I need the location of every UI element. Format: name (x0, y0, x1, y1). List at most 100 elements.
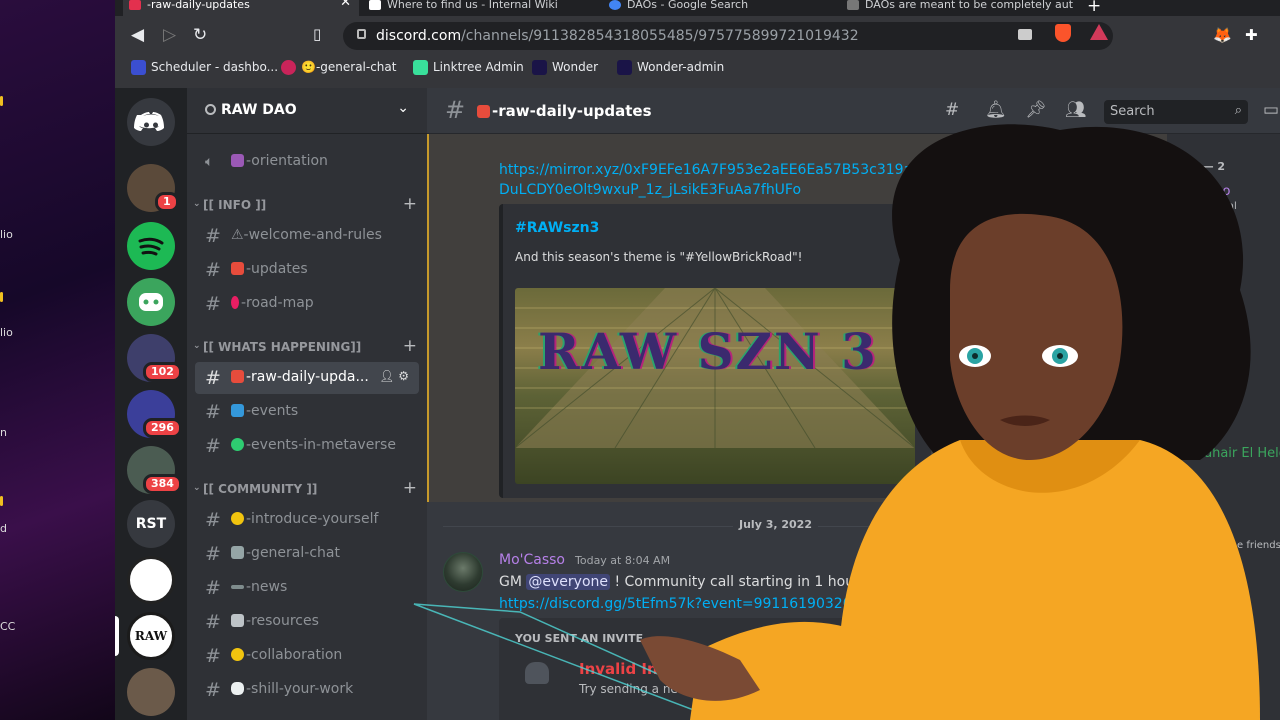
invite-embed: YOU SENT AN INVITE Invalid Invite Try se… (499, 618, 931, 720)
bookmark-wonder[interactable]: Wonder (532, 60, 598, 75)
member-section-header: — 1 (1207, 418, 1230, 431)
category-info[interactable]: ⌄ [[ INFO ]] + (191, 194, 419, 216)
invite-title: Invalid Invite (579, 660, 690, 678)
channel-resources[interactable]: # -resources (195, 606, 419, 638)
message-text: GM @everyone ! Community call starting i… (499, 574, 860, 590)
eyes-emoji-icon (231, 682, 244, 695)
channel-general-chat[interactable]: # -general-chat (195, 538, 419, 570)
siren-emoji-icon (477, 105, 490, 118)
google-tab-icon (609, 0, 621, 10)
invite-icon[interactable]: 👤︎ (379, 369, 394, 383)
bell-icon[interactable]: 🔔︎ (985, 100, 1007, 120)
everyone-mention[interactable]: @everyone (526, 574, 610, 590)
embed-image[interactable] (515, 288, 915, 484)
invite-header: YOU SENT AN INVITE (515, 632, 644, 645)
server-list: 1 102 296 384 RST RAW (115, 88, 187, 720)
tools-emoji-icon (231, 614, 244, 627)
channel-introduce-yourself[interactable]: # -introduce-yourself (195, 504, 419, 536)
caret-icon: ⌄ (193, 483, 201, 493)
server-rst[interactable]: RST (127, 500, 175, 548)
guild-header[interactable]: RAW DAO ⌄ (187, 88, 427, 134)
create-channel-icon[interactable]: + (403, 478, 417, 498)
tab-raw-daily-updates[interactable]: -raw-daily-updates ✕ (123, 0, 359, 16)
server-raw-dao[interactable]: RAW (127, 612, 175, 660)
message-author[interactable]: Mo'Casso (499, 552, 565, 568)
create-channel-icon[interactable]: + (403, 194, 417, 214)
metamask-icon[interactable]: 🦊 (1213, 26, 1232, 44)
embed-title[interactable]: #RAWszn3 (515, 220, 599, 236)
tab-title: DAOs are meant to be completely aut (865, 0, 1073, 11)
forward-icon[interactable]: ▷ (163, 25, 176, 45)
channel-name: -events (246, 403, 299, 419)
inbox-icon[interactable]: ▭ (1263, 100, 1279, 120)
reload-icon[interactable]: ↻ (193, 25, 207, 45)
channel-events[interactable]: # -events (195, 396, 419, 428)
tab-google-search[interactable]: DAOs - Google Search (603, 0, 835, 16)
channel-raw-daily-updates[interactable]: # -raw-daily-upda... 👤︎ ⚙ (195, 362, 419, 394)
create-channel-icon[interactable]: + (403, 336, 417, 356)
discord-home-button[interactable] (127, 98, 175, 146)
invalid-invite-icon (525, 662, 549, 684)
bookmark-icon[interactable]: ▯ (313, 25, 321, 43)
bookmark-wonder-admin[interactable]: Wonder-admin (617, 60, 724, 75)
new-tab-icon[interactable]: + (1087, 0, 1101, 16)
channel-name: -introduce-yourself (246, 511, 379, 527)
bookmark-linktree-admin[interactable]: Linktree Admin (413, 60, 524, 75)
channel-news[interactable]: # -news (195, 572, 419, 604)
channel-welcome-and-rules[interactable]: # ⚠-welcome-and-rules (195, 220, 419, 252)
channel-road-map[interactable]: # -road-map (195, 288, 419, 320)
discord-bot-icon (139, 293, 163, 311)
hash-icon: # (205, 367, 221, 389)
tab-daos-article[interactable]: DAOs are meant to be completely aut (841, 0, 1073, 16)
pin-icon[interactable]: 📌︎ (1025, 100, 1047, 120)
search-input[interactable]: Search ⌕ (1104, 100, 1248, 124)
mirror-link[interactable]: https://mirror.xyz/0xF9EFe16A7F953e2aEE6… (499, 162, 1011, 178)
hash-icon: # (205, 509, 221, 531)
camera-icon[interactable] (1018, 29, 1032, 40)
hash-icon: # (205, 645, 221, 667)
member-name[interactable]: rtnite (1207, 374, 1237, 387)
gear-icon[interactable]: ⚙ (398, 369, 409, 383)
tab-internal-wiki[interactable]: Where to find us - Internal Wiki (363, 0, 595, 16)
channel-name: -general-chat (246, 545, 340, 561)
globe-emoji-icon (231, 438, 244, 451)
member-name[interactable]: asso (1201, 184, 1230, 199)
chevron-down-icon: ⌄ (397, 100, 409, 116)
desktop-label: n (0, 426, 7, 439)
channel-events-in-metaverse[interactable]: # -events-in-metaverse (195, 430, 419, 462)
member-list-icon[interactable]: 👥︎ (1065, 100, 1087, 120)
channel-updates[interactable]: # -updates (195, 254, 419, 286)
server-discord-green[interactable] (127, 278, 175, 326)
tab-title: DAOs - Google Search (627, 0, 749, 11)
extensions-icon[interactable]: ✚ (1245, 26, 1258, 44)
channel-header: # -raw-daily-updates # 🔔︎ 📌︎ 👥︎ Search ⌕… (427, 88, 1280, 134)
bookmark-general-chat[interactable]: 🙂-general-chat (281, 60, 396, 75)
back-icon[interactable]: ◀ (131, 25, 144, 45)
discord-tab-icon (129, 0, 141, 10)
mirror-link-continued[interactable]: DuLCDY0eOlt9wxuP_1z_jLsikE3FuAa7fhUFo (499, 182, 801, 198)
member-name[interactable]: Zouhair El Helou (1187, 446, 1280, 461)
channel-collaboration[interactable]: # -collaboration (195, 640, 419, 672)
threads-icon[interactable]: # (945, 100, 959, 120)
category-whats-happening[interactable]: ⌄ [[ WHATS HAPPENING]] + (191, 336, 419, 358)
bookmark-scheduler[interactable]: Scheduler - dashbo... (131, 60, 278, 75)
address-bar[interactable]: discord.com/channels/911382854318055485/… (343, 22, 1113, 50)
close-tab-icon[interactable]: ✕ (340, 0, 351, 9)
discord-app: 1 102 296 384 RST RAW RAW DAO ⌄ 🔈︎ -orie… (115, 88, 1280, 720)
member-section-header: ORS — 2 (1173, 160, 1226, 173)
server-ntc[interactable] (127, 556, 175, 604)
category-community[interactable]: ⌄ [[ COMMUNITY ]] + (191, 478, 419, 500)
server-avatar-x[interactable] (127, 668, 175, 716)
brave-rewards-icon[interactable] (1090, 24, 1108, 40)
brave-shields-icon[interactable] (1055, 24, 1071, 42)
channel-orientation[interactable]: 🔈︎ -orientation (195, 146, 419, 178)
message-timestamp: Today at 8:04 AM (575, 554, 671, 567)
avatar[interactable] (443, 552, 483, 592)
server-spotify[interactable] (127, 222, 175, 270)
channel-shill-your-work[interactable]: # -shill-your-work (195, 674, 419, 706)
close-embed-icon[interactable]: ✕ (939, 202, 951, 218)
channel-emoji-icon (231, 154, 244, 167)
member-status: e friends, no (1237, 540, 1280, 551)
caret-icon: ⌄ (193, 341, 201, 351)
invite-link[interactable]: https://discord.gg/5tEfm57k?event=991161… (499, 596, 852, 612)
